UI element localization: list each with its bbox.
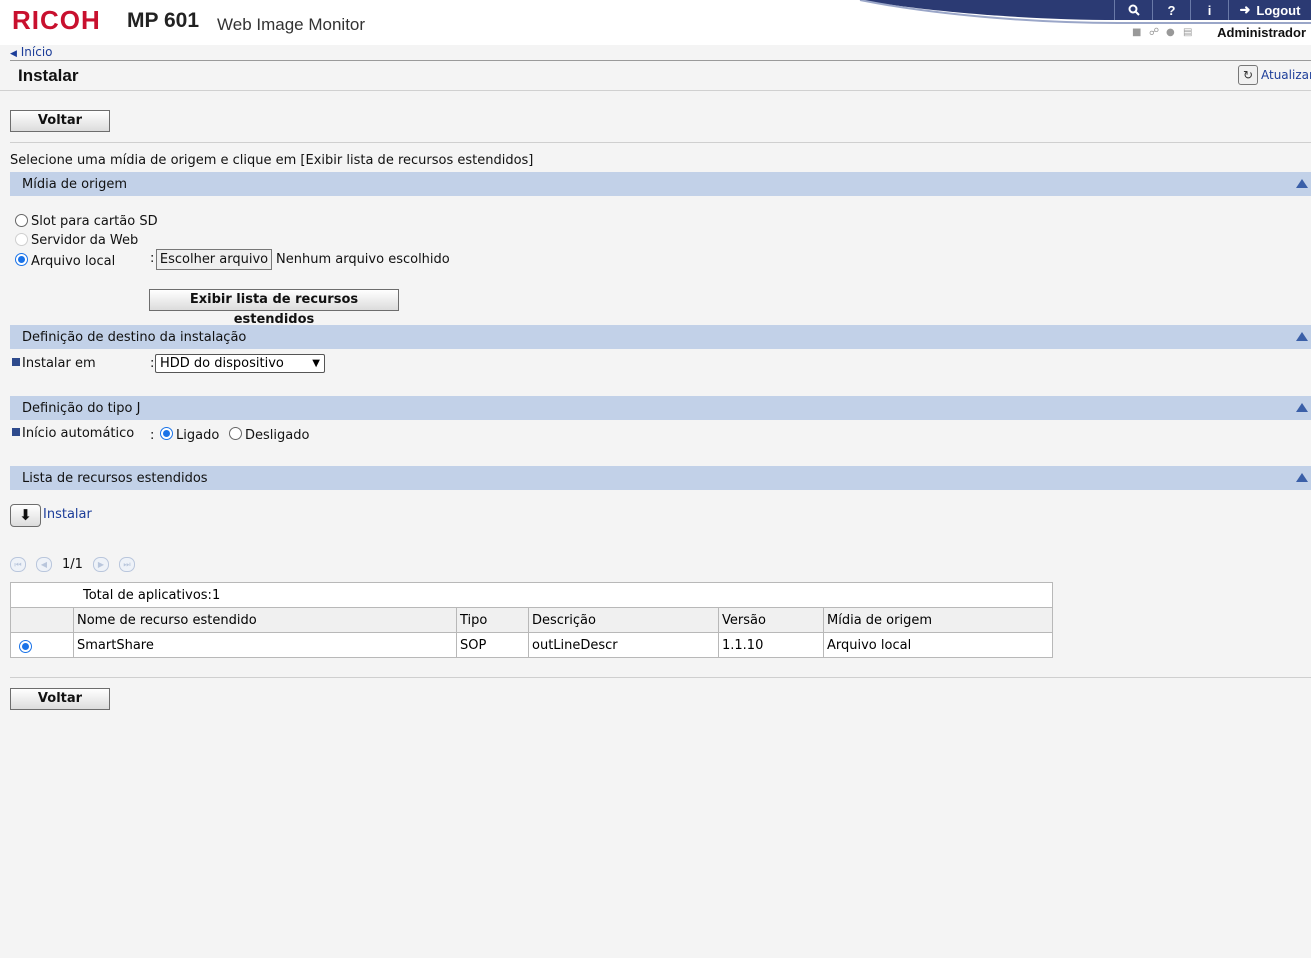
search-icon[interactable] bbox=[1114, 0, 1152, 20]
download-icon: ⬇ bbox=[19, 506, 32, 524]
section-header-list[interactable]: Lista de recursos estendidos bbox=[10, 466, 1311, 490]
collapse-icon[interactable] bbox=[1296, 403, 1308, 412]
status-icons: ■ ☍ ● ▤ bbox=[1132, 27, 1193, 38]
show-extended-list-button[interactable]: Exibir lista de recursos estendidos bbox=[149, 289, 399, 327]
page-indicator: 1/1 bbox=[62, 557, 83, 572]
radio-label: Slot para cartão SD bbox=[31, 214, 158, 229]
refresh-button[interactable]: ↻ Atualizar bbox=[1238, 65, 1311, 85]
lock-icon: ■ bbox=[1132, 27, 1142, 38]
install-in-value: HDD do dispositivo bbox=[160, 356, 284, 371]
chevron-left-icon: ◀ bbox=[10, 49, 17, 59]
logout-icon: ➜ bbox=[1239, 2, 1251, 17]
document-icon: ▤ bbox=[1183, 27, 1193, 38]
cell-name: SmartShare bbox=[73, 632, 457, 658]
product-name: Web Image Monitor bbox=[217, 15, 366, 34]
column-header: Descrição bbox=[528, 607, 719, 633]
radio-web-server bbox=[15, 233, 28, 246]
user-icon: ● bbox=[1166, 27, 1175, 38]
section-title: Mídia de origem bbox=[22, 177, 127, 192]
divider bbox=[10, 60, 1311, 61]
collapse-icon[interactable] bbox=[1296, 332, 1308, 341]
divider bbox=[10, 142, 1311, 143]
radio-label: Arquivo local bbox=[31, 254, 116, 269]
autostart-label: Início automático bbox=[22, 426, 135, 441]
total-count: Total de aplicativos:1 bbox=[10, 582, 1053, 608]
choose-file-button[interactable]: Escolher arquivo bbox=[156, 249, 272, 270]
install-in-label: Instalar em bbox=[22, 356, 96, 371]
header: RICOH MP 601 Web Image Monitor ? i ➜ Log… bbox=[0, 0, 1311, 45]
collapse-icon[interactable] bbox=[1296, 473, 1308, 482]
extended-features-table: Total de aplicativos:1 Nome de recurso e… bbox=[10, 582, 1053, 658]
colon-separator: : bbox=[150, 251, 155, 266]
divider bbox=[10, 677, 1311, 678]
section-title: Lista de recursos estendidos bbox=[22, 471, 208, 486]
column-header: Mídia de origem bbox=[823, 607, 1053, 633]
network-icon: ☍ bbox=[1149, 27, 1160, 38]
breadcrumb-home[interactable]: Início bbox=[21, 45, 53, 59]
logout-label: Logout bbox=[1256, 2, 1301, 18]
section-header-source[interactable]: Mídia de origem bbox=[10, 172, 1311, 196]
ricoh-logo: RICOH bbox=[12, 5, 101, 35]
colon-separator: : bbox=[150, 356, 155, 371]
cell-type: SOP bbox=[456, 632, 529, 658]
divider bbox=[0, 90, 1311, 91]
prev-page-icon[interactable]: ◀ bbox=[36, 557, 52, 572]
column-header: Tipo bbox=[456, 607, 529, 633]
install-link[interactable]: Instalar bbox=[43, 507, 92, 522]
radio-label: Servidor da Web bbox=[31, 233, 139, 248]
back-button-bottom[interactable]: Voltar bbox=[10, 688, 110, 710]
file-status: Nenhum arquivo escolhido bbox=[276, 252, 450, 267]
first-page-icon[interactable]: ⏮ bbox=[10, 557, 26, 572]
chevron-down-icon: ▼ bbox=[312, 358, 320, 369]
back-button[interactable]: Voltar bbox=[10, 110, 110, 132]
user-name: Administrador bbox=[1217, 25, 1306, 40]
refresh-label: Atualizar bbox=[1261, 68, 1311, 82]
radio-autostart-off[interactable] bbox=[229, 427, 242, 440]
bullet-icon bbox=[12, 358, 20, 366]
last-page-icon[interactable]: ⏭ bbox=[119, 557, 135, 572]
radio-label: Desligado bbox=[245, 428, 310, 443]
model-name: MP 601 bbox=[127, 9, 199, 32]
section-header-type[interactable]: Definição do tipo J bbox=[10, 396, 1311, 420]
radio-sd-slot[interactable] bbox=[15, 214, 28, 227]
collapse-icon[interactable] bbox=[1296, 179, 1308, 188]
logout-button[interactable]: ➜ Logout bbox=[1228, 0, 1311, 20]
install-in-select[interactable]: HDD do dispositivo ▼ bbox=[155, 354, 325, 373]
page-title: Instalar bbox=[18, 66, 79, 85]
section-title: Definição do tipo J bbox=[22, 401, 141, 416]
table-row[interactable]: SmartShare SOP outLineDescr 1.1.10 Arqui… bbox=[10, 632, 1053, 658]
section-title: Definição de destino da instalação bbox=[22, 330, 247, 345]
table-header: Nome de recurso estendido Tipo Descrição… bbox=[10, 607, 1053, 633]
column-header: Versão bbox=[718, 607, 824, 633]
row-select-cell[interactable] bbox=[10, 632, 74, 658]
instruction-text: Selecione uma mídia de origem e clique e… bbox=[10, 153, 534, 168]
radio-local-file[interactable] bbox=[15, 253, 28, 266]
cell-version: 1.1.10 bbox=[718, 632, 824, 658]
install-button[interactable]: ⬇ bbox=[10, 504, 41, 527]
radio-autostart-on[interactable] bbox=[160, 427, 173, 440]
top-toolbar: ? i ➜ Logout bbox=[1114, 0, 1311, 20]
table-total-row: Total de aplicativos:1 bbox=[10, 582, 1053, 608]
section-header-destination[interactable]: Definição de destino da instalação bbox=[10, 325, 1311, 349]
row-select-radio[interactable] bbox=[19, 640, 32, 653]
info-icon[interactable]: i bbox=[1190, 0, 1228, 20]
next-page-icon[interactable]: ▶ bbox=[93, 557, 109, 572]
refresh-icon: ↻ bbox=[1238, 65, 1258, 85]
cell-source: Arquivo local bbox=[823, 632, 1053, 658]
breadcrumb[interactable]: ◀ Início bbox=[10, 45, 53, 59]
colon-separator: : bbox=[150, 428, 155, 443]
column-header: Nome de recurso estendido bbox=[73, 607, 457, 633]
radio-label: Ligado bbox=[176, 428, 220, 443]
cell-description: outLineDescr bbox=[528, 632, 719, 658]
column-header-select bbox=[10, 607, 74, 633]
bullet-icon bbox=[12, 428, 20, 436]
help-icon[interactable]: ? bbox=[1152, 0, 1190, 20]
